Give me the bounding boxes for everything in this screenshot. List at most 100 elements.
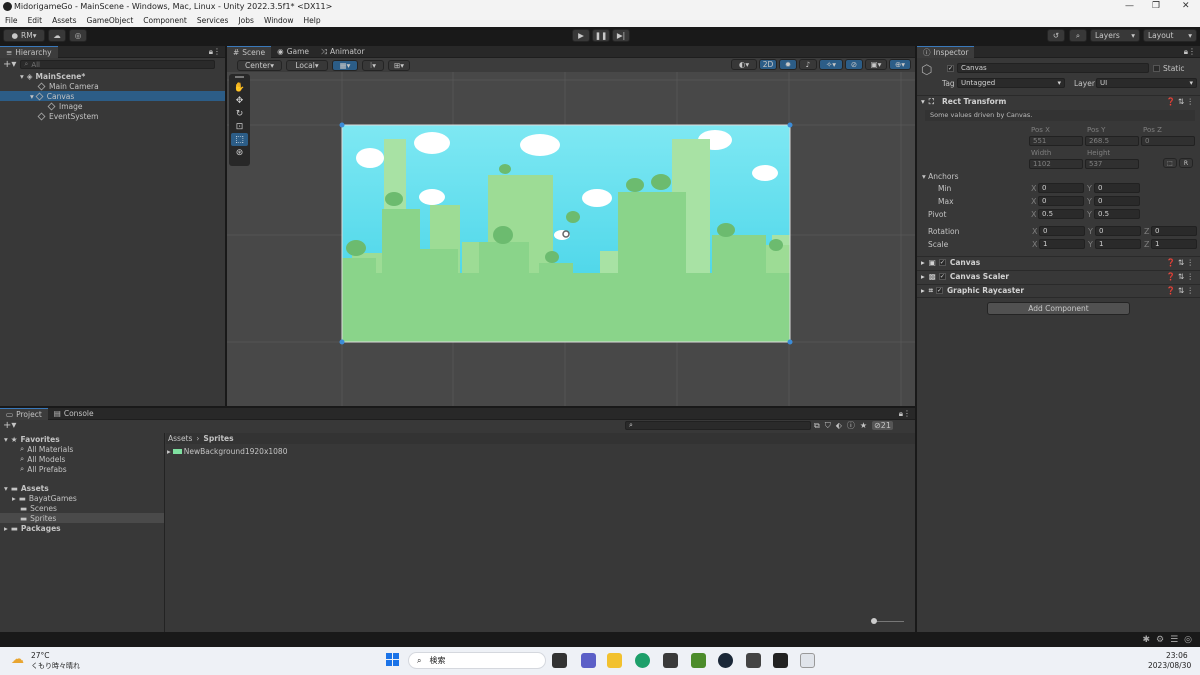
cloud-icon[interactable]: ☁	[48, 29, 66, 42]
collab-icon[interactable]: ◎	[69, 29, 87, 42]
transform-tool-icon[interactable]: ⊛	[231, 146, 248, 159]
static-checkbox[interactable]	[1153, 65, 1160, 72]
maximize-icon[interactable]: ❐	[1152, 1, 1160, 11]
rotation-x-field[interactable]: 0	[1039, 226, 1085, 236]
component-canvas[interactable]: ▸ ▣ ✓ Canvas ❓ ⇅ ⋮	[917, 256, 1200, 268]
more-icon[interactable]: ⋮	[1188, 47, 1196, 56]
assets-foldout[interactable]: ▾ ▬ Assets	[0, 483, 164, 493]
component-canvas-scaler[interactable]: ▸ ▩ ✓ Canvas Scaler ❓ ⇅ ⋮	[917, 270, 1200, 282]
menu-window[interactable]: Window	[264, 16, 294, 25]
favorite-all-materials[interactable]: ⌕ All Materials	[0, 444, 164, 454]
add-icon[interactable]: +▾	[3, 59, 16, 70]
anchor-min-x-field[interactable]: 0	[1038, 183, 1084, 193]
ruler-dropdown[interactable]: ⊞▾	[388, 59, 410, 71]
component-enabled-checkbox[interactable]: ✓	[936, 287, 943, 294]
anchor-min-y-field[interactable]: 0	[1094, 183, 1140, 193]
rotation-z-field[interactable]: 0	[1151, 226, 1197, 236]
component-enabled-checkbox[interactable]: ✓	[938, 273, 946, 280]
debug-icon[interactable]: ✱	[1142, 635, 1150, 645]
layer-dropdown[interactable]: UI ▾	[1096, 78, 1197, 88]
menu-edit[interactable]: Edit	[28, 16, 43, 25]
menu-services[interactable]: Services	[197, 16, 229, 25]
layout-dropdown[interactable]: Layout ▾	[1143, 29, 1197, 42]
menu-component[interactable]: Component	[143, 16, 187, 25]
scale-z-field[interactable]: 1	[1151, 239, 1197, 249]
weather-icon[interactable]: ☁	[11, 652, 24, 667]
move-tool-icon[interactable]: ✥	[231, 94, 248, 107]
object-name-field[interactable]: Canvas	[957, 63, 1149, 73]
tag-icon[interactable]: ⬖	[836, 421, 842, 430]
teams-icon[interactable]	[581, 653, 596, 668]
store-icon[interactable]	[663, 653, 678, 668]
breadcrumb-sprites[interactable]: Sprites	[203, 434, 233, 443]
layers-dropdown[interactable]: Layers ▾	[1090, 29, 1140, 42]
rotation-y-field[interactable]: 0	[1095, 226, 1141, 236]
tab-console[interactable]: ▤ Console	[48, 408, 100, 420]
project-search-input[interactable]: ⌕	[625, 421, 811, 430]
favorite-all-models[interactable]: ⌕ All Models	[0, 454, 164, 464]
more-icon[interactable]: ⋮	[903, 409, 911, 418]
tab-scene[interactable]: # Scene	[227, 45, 272, 58]
hierarchy-search-input[interactable]: ⌕ All	[20, 60, 216, 69]
rect-tool-icon[interactable]: ⬚	[231, 133, 248, 146]
add-component-button[interactable]: Add Component	[987, 302, 1130, 315]
play-button[interactable]: ▶	[572, 29, 590, 42]
cache-server-icon[interactable]: ☰	[1170, 635, 1178, 645]
create-asset-icon[interactable]: +▾	[3, 420, 16, 431]
menu-assets[interactable]: Assets	[52, 16, 76, 25]
breadcrumb-assets[interactable]: Assets	[168, 434, 192, 443]
icon-size-slider-thumb[interactable]	[871, 618, 877, 624]
pivot-y-field[interactable]: 0.5	[1094, 209, 1140, 219]
hierarchy-item-main-camera[interactable]: Main Camera	[0, 81, 225, 91]
pivot-x-field[interactable]: 0.5	[1038, 209, 1084, 219]
toggle-2d-button[interactable]: 2D	[759, 59, 777, 70]
tab-animator[interactable]: ⤨ Animator	[315, 46, 370, 58]
steam-icon[interactable]	[718, 653, 733, 668]
file-explorer-icon[interactable]	[607, 653, 622, 668]
task-view-icon[interactable]	[552, 653, 567, 668]
menu-jobs[interactable]: Jobs	[238, 16, 253, 25]
hidden-objects-icon[interactable]: ⊘	[845, 59, 863, 70]
windows-start-icon[interactable]	[386, 653, 399, 666]
asset-item[interactable]: ▸ NewBackground1920x1080	[166, 446, 915, 456]
bug-icon[interactable]: ⚙	[1156, 635, 1164, 645]
tab-game[interactable]: ◉ Game	[271, 46, 315, 58]
lighting-icon[interactable]: ✹	[779, 59, 797, 70]
scale-x-field[interactable]: 1	[1039, 239, 1085, 249]
star-icon[interactable]: ★	[860, 421, 867, 430]
folder-sprites[interactable]: ▬ Sprites	[0, 513, 164, 523]
search-by-label-icon[interactable]: ⛉	[825, 421, 831, 431]
account-button[interactable]: ● RM ▾	[3, 29, 45, 42]
hidden-packages-toggle[interactable]: ⊘21	[872, 421, 893, 430]
tab-hierarchy[interactable]: ≡ Hierarchy	[0, 45, 58, 58]
tag-dropdown[interactable]: Untagged ▾	[957, 78, 1065, 88]
tab-project[interactable]: ▭ Project	[0, 407, 48, 420]
menu-gameobject[interactable]: GameObject	[87, 16, 134, 25]
search-by-type-icon[interactable]: ⧉	[814, 421, 820, 431]
menu-help[interactable]: Help	[304, 16, 321, 25]
camera-dropdown[interactable]: ▣▾	[865, 59, 887, 70]
component-graphic-raycaster[interactable]: ▸ ⌗ ✓ Graphic Raycaster ❓ ⇅ ⋮	[917, 284, 1200, 296]
scene-root[interactable]: ▾ ◈ MainScene*	[0, 71, 225, 81]
component-menu-icons[interactable]: ❓ ⇅ ⋮	[1166, 258, 1194, 267]
hierarchy-item-canvas[interactable]: ▾ Canvas	[0, 91, 225, 101]
effects-dropdown[interactable]: ✧▾	[819, 59, 843, 70]
minimize-icon[interactable]: —	[1125, 1, 1134, 11]
blueprint-mode-icon[interactable]: ⬚	[1163, 158, 1177, 168]
favorite-all-prefabs[interactable]: ⌕ All Prefabs	[0, 464, 164, 474]
more-icon[interactable]: ⋮	[213, 47, 221, 56]
tab-inspector[interactable]: ⓘ Inspector	[917, 45, 975, 58]
gizmos-dropdown[interactable]: ⊕▾	[889, 59, 911, 70]
edge-icon[interactable]	[635, 653, 650, 668]
component-menu-icons[interactable]: ❓ ⇅ ⋮	[1166, 272, 1194, 281]
hierarchy-item-image[interactable]: Image	[0, 101, 225, 111]
step-button[interactable]: ▶|	[612, 29, 630, 42]
component-menu-icons[interactable]: ❓ ⇅ ⋮	[1166, 97, 1194, 106]
hierarchy-item-eventsystem[interactable]: EventSystem	[0, 111, 225, 121]
anchor-max-x-field[interactable]: 0	[1038, 196, 1084, 206]
rotate-tool-icon[interactable]: ↻	[231, 107, 248, 120]
active-checkbox[interactable]: ✓	[947, 65, 954, 72]
progress-icon[interactable]: ◎	[1184, 635, 1192, 645]
taskbar-search-input[interactable]: ⌕ 検索	[408, 652, 546, 669]
folder-scenes[interactable]: ▬ Scenes	[0, 503, 164, 513]
